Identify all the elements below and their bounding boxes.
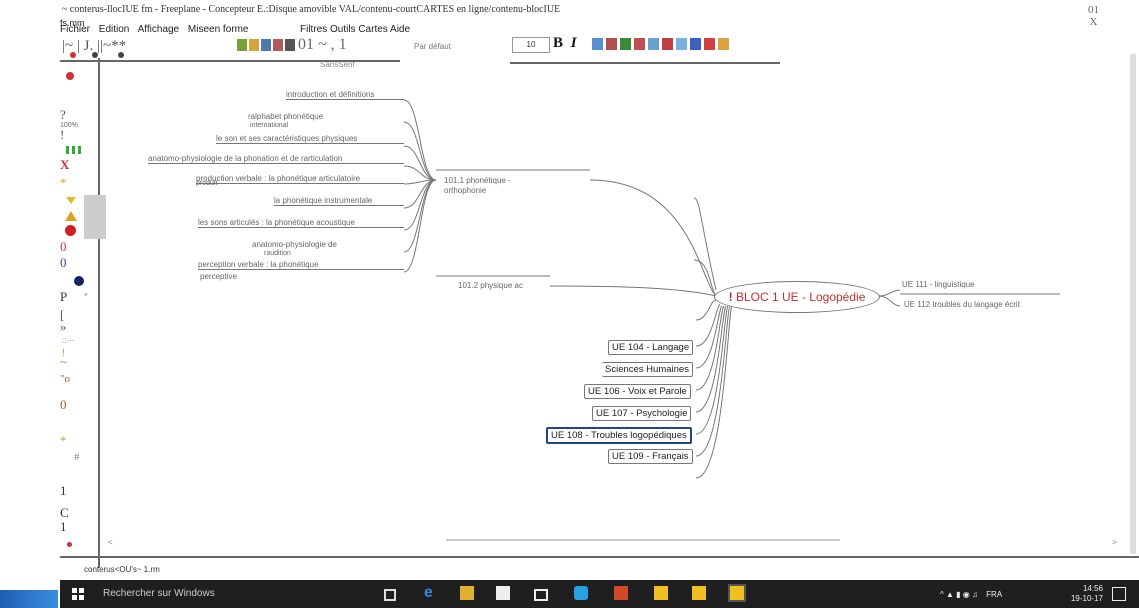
branch-son[interactable]: le son et ses caractéristiques physiques: [216, 134, 404, 144]
mail-icon[interactable]: [534, 589, 548, 601]
tray-time: 14:56: [1082, 584, 1103, 593]
store-icon[interactable]: [496, 586, 510, 600]
branch-introduction[interactable]: introduction et définitions: [286, 90, 404, 100]
taskbar-search[interactable]: Rechercher sur Windows: [103, 588, 215, 599]
node-ue-106[interactable]: UE 106 - Voix et Parole: [584, 384, 691, 399]
branch-anatomo-audition[interactable]: anatomo-physiologie de: [252, 240, 337, 249]
central-node-label: BLOC 1 UE - Logopédie: [735, 290, 866, 304]
scroll-left-arrow-icon[interactable]: <: [108, 538, 113, 547]
file-explorer-icon[interactable]: [460, 586, 474, 600]
branch-production-verbale[interactable]: production verbale : la phonétique artic…: [196, 174, 404, 184]
freeplane-icon[interactable]: [654, 586, 668, 600]
powerpoint-icon[interactable]: [614, 586, 628, 600]
tray-date: 19-10-17: [1070, 594, 1103, 603]
node-ue-107[interactable]: UE 107 - Psychologie: [592, 406, 692, 421]
status-file: conterus<OU's~ 1.rm: [84, 565, 160, 574]
edge-browser-icon[interactable]: e: [424, 585, 438, 601]
tray-clock[interactable]: 14:56 19-10-17: [1071, 584, 1103, 604]
branch-perceptive: perceptive: [200, 272, 237, 281]
windows-start-icon[interactable]: [72, 588, 84, 600]
skype-icon[interactable]: [574, 586, 588, 600]
branch-alphabet-cont: international: [250, 122, 289, 129]
branch-audition-cont: raudition: [264, 250, 291, 257]
freeplane-icon[interactable]: [692, 586, 706, 600]
warning-mark-icon: !: [728, 290, 733, 304]
scroll-right-arrow-icon[interactable]: >: [1112, 538, 1117, 547]
central-node[interactable]: ! BLOC 1 UE - Logopédie: [714, 281, 880, 313]
node-101-1[interactable]: 101.1 phonétique - orthophonie: [444, 176, 544, 196]
node-ue-109[interactable]: UE 109 - Français: [608, 449, 693, 464]
node-101-2[interactable]: 101.2 physique ac: [458, 281, 523, 290]
branch-sons-articules[interactable]: les sons articulés : la phonétique acous…: [198, 218, 404, 228]
node-ue-112[interactable]: UE 112 troubles du langage écrit: [904, 300, 1054, 310]
taskbar-accent: [0, 590, 58, 608]
branch-produit: produit: [196, 180, 218, 187]
tray-language[interactable]: FRA: [986, 590, 1002, 599]
node-ue-108[interactable]: UE 108 - Troubles logopédiques: [546, 427, 692, 444]
node-sciences-humaines[interactable]: Sciences Humaines: [602, 362, 693, 377]
branch-perception-verbale[interactable]: perception verbale : la phonétique: [198, 260, 404, 270]
node-ue-111[interactable]: UE 111 - linguistique: [902, 280, 975, 289]
branch-anatomo-phonation[interactable]: anatomo-physiologie de la phonation et d…: [148, 154, 404, 164]
node-ue-104[interactable]: UE 104 - Langage: [608, 340, 694, 355]
branch-phonetique-instrumentale[interactable]: la phonétique instrumentale: [274, 196, 404, 206]
notification-icon[interactable]: [1112, 587, 1126, 601]
task-view-icon[interactable]: [384, 589, 396, 601]
system-tray[interactable]: ^ ▲ ▮ ◉ ♫ FRA: [940, 590, 1002, 599]
branch-alphabet[interactable]: ralphabet phonétique: [248, 112, 323, 121]
freeplane-active-icon[interactable]: [728, 584, 746, 602]
